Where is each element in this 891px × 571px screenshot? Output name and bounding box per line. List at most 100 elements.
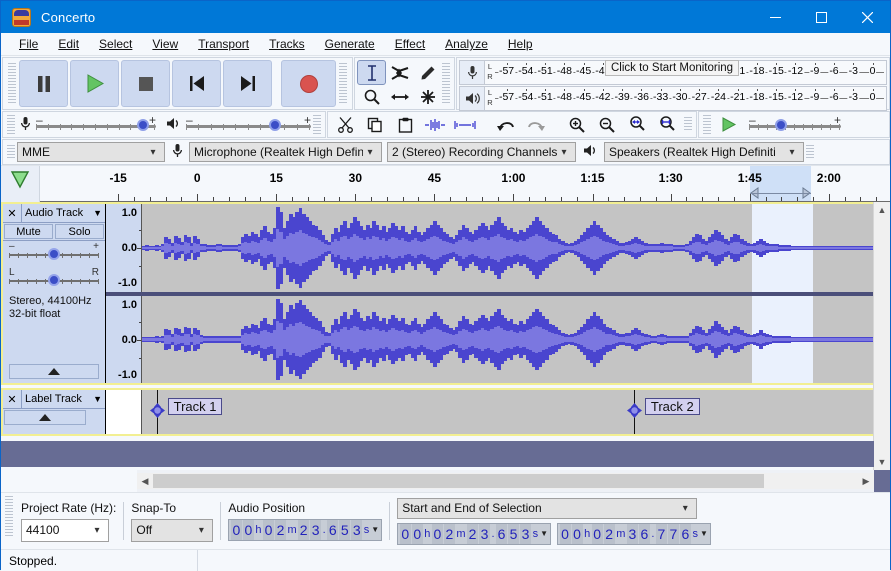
redo-button[interactable] bbox=[522, 111, 550, 138]
play-at-speed-button[interactable] bbox=[713, 112, 743, 138]
close-track-button[interactable]: ✕ bbox=[3, 204, 22, 222]
menu-analyze[interactable]: Analyze bbox=[435, 35, 498, 53]
toolbar-grip-icon-2[interactable] bbox=[339, 63, 347, 104]
menu-effect[interactable]: Effect bbox=[385, 35, 435, 53]
device-grip-icon[interactable] bbox=[7, 145, 15, 159]
scroll-right-button[interactable]: ▶ bbox=[858, 473, 874, 489]
audio-host-select[interactable]: MME ▾ bbox=[17, 142, 165, 162]
toolbar-grip-icon-3[interactable] bbox=[442, 63, 450, 104]
input-volume-thumb[interactable] bbox=[137, 119, 149, 131]
undo-button[interactable] bbox=[492, 111, 520, 138]
time-spinner[interactable]: ▼ bbox=[699, 524, 709, 544]
audio-track-menu[interactable]: Audio Track ▼ bbox=[22, 204, 105, 222]
close-label-track-button[interactable]: ✕ bbox=[3, 390, 22, 408]
mute-button[interactable]: Mute bbox=[4, 224, 53, 239]
menu-tracks[interactable]: Tracks bbox=[259, 35, 315, 53]
envelope-tool-button[interactable] bbox=[385, 60, 414, 85]
recording-meter[interactable]: LR -57-54-51-48-45-42-39-36-33-30-27-24-… bbox=[459, 60, 887, 85]
timeline-ruler[interactable]: -1501530451:001:151:301:452:002:152:302:… bbox=[40, 166, 890, 202]
collapse-label-track-button[interactable] bbox=[4, 410, 86, 425]
trim-audio-button[interactable] bbox=[421, 111, 449, 138]
toolbar-row-2: – + – + bbox=[1, 110, 890, 138]
label-track-menu[interactable]: Label Track ▼ bbox=[22, 390, 105, 408]
playback-device-select[interactable]: Speakers (Realtek High Definiti ▾ bbox=[604, 142, 804, 162]
playback-speed-thumb[interactable] bbox=[775, 119, 787, 131]
label-text[interactable]: Track 1 bbox=[168, 398, 223, 415]
draw-tool-button[interactable] bbox=[413, 60, 442, 85]
mixer-grip-icon[interactable] bbox=[7, 115, 15, 134]
fit-project-button[interactable] bbox=[653, 111, 681, 138]
pan-thumb[interactable] bbox=[48, 274, 60, 286]
recording-device-select[interactable]: Microphone (Realtek High Defini ▾ bbox=[189, 142, 382, 162]
multi-tool-button[interactable] bbox=[413, 84, 442, 109]
collapse-track-button[interactable] bbox=[9, 364, 99, 379]
zoom-out-button[interactable] bbox=[593, 111, 621, 138]
pan-slider[interactable]: L R bbox=[9, 272, 99, 288]
edit-grip-icon[interactable] bbox=[684, 117, 692, 132]
toolbar-grip-icon[interactable] bbox=[8, 63, 16, 104]
paste-button[interactable] bbox=[391, 111, 419, 138]
playback-meter[interactable]: LR -57-54-51-48-45-42-39-36-33-30-27-24-… bbox=[459, 86, 887, 111]
audio-position-field[interactable]: 00h02m23.653s▼ bbox=[228, 519, 382, 541]
left-channel-waveform[interactable] bbox=[142, 204, 874, 292]
speed-grip-icon[interactable] bbox=[703, 115, 711, 134]
scroll-down-button[interactable]: ▼ bbox=[874, 454, 890, 470]
scroll-left-button[interactable]: ◀ bbox=[137, 473, 153, 489]
copy-button[interactable] bbox=[361, 111, 389, 138]
input-volume-slider[interactable]: – + bbox=[36, 114, 156, 136]
play-button[interactable] bbox=[70, 60, 119, 107]
selection-tool-button[interactable] bbox=[357, 60, 386, 85]
menu-transport[interactable]: Transport bbox=[188, 35, 259, 53]
playback-speed-track[interactable]: – + bbox=[749, 116, 841, 134]
output-volume-thumb[interactable] bbox=[269, 119, 281, 131]
mixer-grip-icon-2[interactable] bbox=[313, 115, 321, 134]
menu-edit[interactable]: Edit bbox=[48, 35, 89, 53]
label-text[interactable]: Track 2 bbox=[645, 398, 700, 415]
menu-view[interactable]: View bbox=[142, 35, 188, 53]
device-grip-icon-2[interactable] bbox=[806, 145, 814, 159]
horizontal-scrollbar[interactable]: ◀ ▶ bbox=[137, 473, 874, 489]
label-drag-handle-icon[interactable] bbox=[150, 403, 165, 418]
project-rate-select[interactable]: 44100 ▾ bbox=[21, 519, 109, 542]
horizontal-scroll-thumb[interactable] bbox=[153, 474, 764, 488]
menu-select[interactable]: Select bbox=[89, 35, 142, 53]
selection-mode-select[interactable]: Start and End of Selection ▾ bbox=[397, 498, 697, 519]
pinned-play-head-button[interactable] bbox=[1, 166, 40, 202]
playback-speed-slider[interactable]: – + bbox=[743, 114, 841, 136]
label-drag-handle-icon[interactable] bbox=[627, 403, 642, 418]
minimize-button[interactable] bbox=[752, 1, 798, 33]
recording-channels-select[interactable]: 2 (Stereo) Recording Channels ▾ bbox=[387, 142, 576, 162]
menu-help[interactable]: Help bbox=[498, 35, 543, 53]
selection-start-field[interactable]: 00h02m23.653s▼ bbox=[397, 523, 551, 545]
menu-generate[interactable]: Generate bbox=[315, 35, 385, 53]
time-spinner[interactable]: ▼ bbox=[539, 524, 549, 544]
snap-to-select[interactable]: Off ▾ bbox=[131, 519, 213, 542]
cut-button[interactable] bbox=[331, 111, 359, 138]
pause-button[interactable] bbox=[19, 60, 68, 107]
skip-to-end-button[interactable] bbox=[223, 60, 272, 107]
right-channel-waveform[interactable] bbox=[142, 296, 874, 383]
menu-file[interactable]: File bbox=[9, 35, 48, 53]
time-shift-tool-button[interactable] bbox=[385, 84, 414, 109]
maximize-button[interactable] bbox=[798, 1, 844, 33]
solo-button[interactable]: Solo bbox=[55, 224, 104, 239]
close-button[interactable] bbox=[844, 1, 890, 33]
label-track-lane[interactable]: Track 1 Track 2 bbox=[142, 390, 874, 434]
skip-to-start-button[interactable] bbox=[172, 60, 221, 107]
zoom-in-button[interactable] bbox=[563, 111, 591, 138]
gain-slider[interactable]: – + bbox=[9, 246, 99, 262]
silence-audio-button[interactable] bbox=[451, 111, 479, 138]
selection-end-field[interactable]: 00h02m36.776s▼ bbox=[557, 523, 711, 545]
output-volume-track[interactable]: – + bbox=[186, 116, 311, 134]
record-button[interactable] bbox=[281, 60, 336, 107]
vertical-scrollbar[interactable]: ▲ ▼ bbox=[873, 202, 890, 470]
stop-button[interactable] bbox=[121, 60, 170, 107]
zoom-tool-button[interactable] bbox=[357, 84, 386, 109]
gain-thumb[interactable] bbox=[48, 248, 60, 260]
scroll-up-button[interactable]: ▲ bbox=[874, 202, 890, 218]
input-volume-track[interactable]: – + bbox=[36, 116, 156, 134]
time-spinner[interactable]: ▼ bbox=[370, 520, 380, 540]
selection-grip-icon[interactable] bbox=[5, 496, 13, 538]
fit-selection-button[interactable] bbox=[623, 111, 651, 138]
output-volume-slider[interactable]: – + bbox=[186, 114, 311, 136]
